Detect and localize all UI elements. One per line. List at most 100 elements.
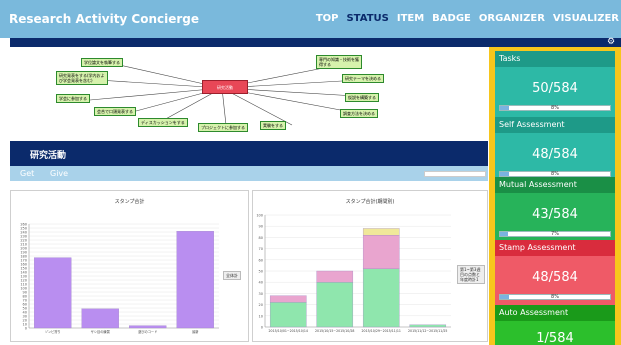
y-tick-label: 150 — [20, 267, 27, 271]
y-tick-label: 70 — [23, 299, 27, 303]
activity-mind-map: 研究活動 学位論文を執筆する 研究発表をする(学内および学会発表を含む) 学会に… — [10, 47, 488, 141]
mind-map-node[interactable]: 研究テーマを決める — [342, 74, 384, 83]
card-title: Stamp Assessment — [495, 240, 615, 256]
assessment-card[interactable]: Mutual Assessment 43/584 7% — [495, 177, 615, 243]
stamp-total-chart: 0102030405060708090100110120130140150160… — [20, 223, 219, 334]
card-body: 50/584 8% — [495, 67, 615, 117]
y-tick-label: 20 — [23, 319, 27, 323]
card-count: 43/584 — [532, 207, 578, 222]
bar — [362, 235, 400, 269]
card-count: 48/584 — [532, 147, 578, 162]
mind-map-node[interactable]: 実験をする — [260, 121, 286, 130]
y-tick-label: 160 — [20, 263, 27, 267]
bar — [409, 324, 447, 328]
y-tick-label: 260 — [20, 223, 27, 227]
mind-map-node[interactable]: 学会に参加する — [56, 94, 90, 103]
assessment-card[interactable]: Auto Assessment 1/584 — [495, 305, 615, 345]
card-body: 43/584 7% — [495, 193, 615, 243]
x-tick-label: 2015/10/01~2015/10/14 — [269, 329, 308, 333]
bar — [316, 282, 354, 328]
y-tick-label: 50 — [259, 270, 263, 274]
mind-map-center-node[interactable]: 研究活動 — [202, 80, 248, 94]
y-tick-label: 10 — [23, 323, 27, 327]
bar — [176, 231, 214, 329]
y-tick-label: 140 — [20, 271, 27, 275]
nav-organizer[interactable]: ORGANIZER — [479, 13, 545, 24]
mind-map-node[interactable]: ディスカッションをする — [138, 118, 188, 127]
tab-give[interactable]: Give — [50, 169, 68, 178]
y-tick-label: 220 — [20, 239, 27, 243]
card-count: 48/584 — [532, 270, 578, 285]
y-tick-label: 30 — [23, 315, 27, 319]
x-tick-label: ザシ目の練習 — [91, 329, 110, 334]
assessment-card[interactable]: Tasks 50/584 8% — [495, 51, 615, 117]
assessment-card[interactable]: Self Assessment 48/584 8% — [495, 117, 615, 183]
bar — [34, 257, 72, 329]
y-tick-label: 90 — [259, 225, 263, 229]
header-strip — [10, 38, 621, 47]
period-button[interactable]: 第1~第3週目の点数と年度時計1 — [457, 265, 485, 284]
nav-item[interactable]: ITEM — [397, 13, 424, 24]
x-tick-label: 最新 — [192, 329, 199, 334]
mind-map-node[interactable]: 仮説を構築する — [345, 93, 379, 102]
y-tick-label: 120 — [20, 279, 27, 283]
assessment-card[interactable]: Stamp Assessment 48/584 8% — [495, 240, 615, 306]
total-button[interactable]: 全体計 — [223, 271, 241, 280]
y-tick-label: 180 — [20, 255, 27, 259]
tab-get[interactable]: Get — [20, 169, 34, 178]
y-tick-label: 70 — [259, 247, 263, 251]
x-tick-label: ゾンビ狩り — [45, 329, 61, 334]
y-tick-label: 40 — [23, 311, 27, 315]
x-tick-label: 2015/10/15~2015/10/28 — [315, 329, 354, 333]
y-tick-label: 40 — [259, 281, 263, 285]
y-tick-label: 80 — [259, 236, 263, 240]
y-tick-label: 130 — [20, 275, 27, 279]
y-tick-label: 210 — [20, 243, 27, 247]
y-tick-label: 250 — [20, 227, 27, 231]
mind-map-node[interactable]: プロジェクトに参加する — [198, 123, 248, 132]
tab-bar: Get Give — [10, 166, 488, 181]
y-tick-label: 30 — [259, 292, 263, 296]
y-tick-label: 60 — [23, 303, 27, 307]
nav-badge[interactable]: BADGE — [432, 13, 471, 24]
nav-visualizer[interactable]: VISUALIZER — [553, 13, 619, 24]
nav-top[interactable]: TOP — [316, 13, 339, 24]
stamp-total-chart-panel: スタンプ合計 0 10 20 30 40 50 60 70 80 90 100 110 120 130 14… — [10, 190, 249, 342]
section-title: 研究活動 — [30, 151, 67, 161]
progress-label: 8% — [551, 105, 559, 111]
y-tick-label: 0 — [25, 327, 27, 331]
mind-map-node[interactable]: 研究発表をする(学内および学会発表を含む) — [56, 71, 108, 85]
y-tick-label: 80 — [23, 295, 27, 299]
bar — [81, 308, 119, 329]
app-title: Research Activity Concierge — [9, 12, 200, 26]
bar — [316, 270, 354, 283]
nav-status[interactable]: STATUS — [346, 13, 388, 24]
y-tick-label: 90 — [23, 291, 27, 295]
bar — [362, 228, 400, 236]
y-tick-label: 20 — [259, 303, 263, 307]
x-tick-label: 2015/11/12~2015/11/25 — [408, 329, 447, 333]
main-nav: TOP STATUS ITEM BADGE ORGANIZER VISUALIZ… — [316, 13, 619, 24]
stamp-period-chart: 0 10 20 30 40 50 60 70 80 90 100 2015/10/01~2015/10… — [256, 214, 451, 333]
y-tick-label: 10 — [259, 314, 263, 318]
y-tick-label: 110 — [20, 283, 27, 287]
y-tick-label: 170 — [20, 259, 27, 263]
y-tick-label: 60 — [259, 258, 263, 262]
mind-map-node[interactable]: 学位論文を執筆する — [81, 58, 123, 67]
y-tick-label: 100 — [20, 287, 27, 291]
gear-icon[interactable]: ⚙ — [606, 38, 616, 47]
card-body: 48/584 8% — [495, 133, 615, 183]
progress-label: 7% — [551, 231, 559, 237]
progress-label: 8% — [551, 294, 559, 300]
bar — [269, 302, 307, 328]
y-tick-label: 240 — [20, 231, 27, 235]
mind-map-node[interactable]: 調査方法を決める — [340, 109, 378, 118]
y-tick-label: 190 — [20, 251, 27, 255]
y-tick-label: 200 — [20, 247, 27, 251]
card-count: 1/584 — [536, 331, 574, 345]
mind-map-node[interactable]: 専門の知識・技術を獲得する — [316, 55, 362, 69]
card-body: 48/584 8% — [495, 256, 615, 306]
section-header: 研究活動 — [10, 141, 488, 166]
filter-field[interactable] — [424, 171, 486, 177]
mind-map-node[interactable]: 会合で口頭発表する — [94, 107, 136, 116]
